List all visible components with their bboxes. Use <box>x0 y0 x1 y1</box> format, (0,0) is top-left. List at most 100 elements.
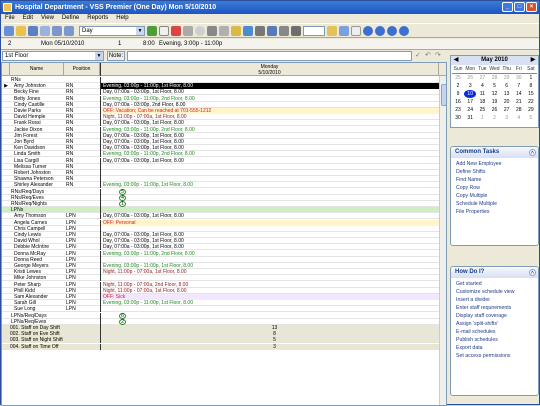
calendar-day[interactable]: 27 <box>501 106 513 114</box>
shift-cell[interactable]: 5 <box>100 337 446 344</box>
shift-cell[interactable]: Night, 11:00p - 07:00a, 1st Floor, 8.00 <box>100 287 446 294</box>
employee-row[interactable]: Davie Parks RN OFF: Vacation; Can be reach… <box>2 108 446 114</box>
shift-cell[interactable]: Evening, 03:00p - 11:00p, 2nd Floor, 8.0… <box>100 151 446 158</box>
calendar-day[interactable]: 3 <box>501 114 513 122</box>
calendar-day[interactable]: 25 <box>452 74 464 82</box>
shift-cell[interactable] <box>100 176 446 183</box>
calendar-day[interactable]: 14 <box>513 90 525 98</box>
calendar-day[interactable]: 2 <box>452 82 464 90</box>
marker-icon[interactable] <box>171 25 181 36</box>
shift-cell[interactable]: Day, 07:00a - 03:00p, 1st Floor, 8.00 <box>100 139 446 145</box>
calendar-day[interactable]: 5 <box>488 82 500 90</box>
minimize-button[interactable]: _ <box>502 2 513 12</box>
calendar-day[interactable]: 1 <box>476 114 488 122</box>
requirement-row[interactable]: LPNs/Req/Days 6 <box>2 312 446 319</box>
shift-cell[interactable]: Day, 07:00a - 03:00p, 1st Floor, 8.00 <box>100 145 446 152</box>
task-link[interactable]: Display staff coverage <box>456 312 538 320</box>
shift-cell[interactable]: Day, 07:00a - 03:00p, 1st Floor, 8.00 <box>100 244 446 251</box>
employee-row[interactable]: Donna McRay LPN Evening, 03:00p - 11:00p, … <box>2 250 446 257</box>
calendar-day[interactable]: 6 <box>501 82 513 90</box>
employee-row[interactable]: Frank Rossi RN Day, 07:00a - 03:00p, 1st F… <box>2 120 446 127</box>
employee-row[interactable]: George Meyers LPN Evening, 03:00p - 11:00p… <box>2 263 446 269</box>
calendar-icon[interactable] <box>291 25 301 36</box>
calendar-day[interactable]: 31 <box>464 114 476 122</box>
calendar-day[interactable]: 3 <box>464 82 476 90</box>
calendar-day[interactable]: 30 <box>513 74 525 82</box>
lock-icon[interactable] <box>255 25 265 36</box>
zoom-field[interactable] <box>303 25 325 36</box>
requirement-row[interactable]: RNs/Req/Days 5 <box>2 188 446 195</box>
shift-cell[interactable]: OFF: Personal <box>100 219 446 226</box>
requirement-row[interactable]: RNs/Req/Nights 1 <box>2 201 446 207</box>
task-link[interactable]: Copy Multiple <box>456 192 538 200</box>
header-name[interactable]: Name <box>10 63 64 76</box>
employee-row[interactable]: Sam Alexander LPN OFF: Sick <box>2 294 446 300</box>
calendar-day[interactable]: 24 <box>464 106 476 114</box>
employee-row[interactable]: Robert Johnston RN <box>2 170 446 176</box>
task-link[interactable]: Set access permissions <box>456 352 538 360</box>
forward-icon[interactable] <box>64 25 74 36</box>
calendar-day[interactable]: 21 <box>513 98 525 106</box>
calendar-day[interactable]: 8 <box>525 82 537 90</box>
summary-row[interactable]: 004. Staff on Time Off 3 <box>2 343 446 350</box>
shift-cell[interactable]: 2 <box>100 318 446 325</box>
summary-row[interactable]: 002. Staff on Eve Shift 8 <box>2 331 446 338</box>
calendar-day[interactable]: 19 <box>488 98 500 106</box>
calendar-day[interactable]: 1 <box>525 74 537 82</box>
calendar-day[interactable]: 28 <box>488 74 500 82</box>
grid-icon[interactable] <box>159 25 169 36</box>
calendar-day[interactable]: 28 <box>513 106 525 114</box>
first-icon[interactable] <box>363 25 373 36</box>
chart-icon[interactable] <box>267 25 277 36</box>
shift-cell[interactable]: Evening, 03:00p - 11:00p, 1st Floor, 8.0… <box>100 83 446 90</box>
menu-view[interactable]: View <box>41 14 54 23</box>
header-day[interactable]: Monday 5/10/2010 <box>100 63 439 76</box>
shift-cell[interactable]: Day, 07:00a - 03:00p, 1st Floor, 8.00 <box>100 157 446 164</box>
info-icon[interactable] <box>243 25 253 36</box>
employee-row[interactable]: Lisa Cargill RN Day, 07:00a - 03:00p, 1st … <box>2 157 446 164</box>
calendar-day[interactable]: 17 <box>464 98 476 106</box>
employee-row[interactable]: Linda Smith RN Evening, 03:00p - 11:00p, 2… <box>2 151 446 158</box>
chevron-up-icon[interactable]: ˄ <box>529 269 536 276</box>
next-icon[interactable] <box>387 25 397 36</box>
shift-cell[interactable] <box>100 207 446 214</box>
employee-row[interactable]: Angela Carnes LPN OFF: Personal <box>2 219 446 226</box>
prev-month-icon[interactable]: ◀ <box>452 56 460 65</box>
calendar-day[interactable]: 25 <box>476 106 488 114</box>
calendar-day[interactable]: 4 <box>476 82 488 90</box>
calendar-day[interactable]: 20 <box>501 98 513 106</box>
employee-row[interactable]: Debbie McIntire LPN Day, 07:00a - 03:00p, … <box>2 244 446 251</box>
calendar-day[interactable]: 2 <box>488 114 500 122</box>
back-icon[interactable] <box>52 25 62 36</box>
task-link[interactable]: Find Name <box>456 176 538 184</box>
calendar-day[interactable]: 16 <box>452 98 464 106</box>
shift-cell[interactable]: OFF: Sick <box>100 294 446 300</box>
shift-cell[interactable]: Night, 11:00p - 07:00a, 2nd Floor, 8.00 <box>100 281 446 288</box>
employee-row[interactable]: Melissa Turner RN <box>2 163 446 170</box>
redo-icon[interactable]: ↷ <box>435 51 443 60</box>
employee-row[interactable]: Ken Davidson RN Day, 07:00a - 03:00p, 1st … <box>2 145 446 152</box>
employee-row[interactable]: Phill Kidd LPN Night, 11:00p - 07:00a, 1st… <box>2 287 446 294</box>
link-icon[interactable] <box>183 25 193 36</box>
employee-row[interactable]: Cindy Castille RN Day, 07:00a - 03:00p, 2n… <box>2 101 446 108</box>
bell-icon[interactable] <box>231 25 241 36</box>
calendar-day[interactable]: 5 <box>525 114 537 122</box>
shift-cell[interactable]: Day, 07:00a - 03:00p, 1st Floor, 8.00 <box>100 89 446 96</box>
task-link[interactable]: Add New Employee <box>456 160 538 168</box>
zoom-icon[interactable] <box>195 25 205 36</box>
pencil-icon[interactable] <box>147 25 157 36</box>
shift-cell[interactable]: 3 <box>100 343 446 350</box>
shift-cell[interactable] <box>100 275 446 282</box>
employee-row[interactable]: Jim Forest RN Day, 07:00a - 03:00p, 1st Fl… <box>2 132 446 139</box>
requirement-row[interactable]: LPNs/Req/Eves 2 <box>2 318 446 325</box>
shift-cell[interactable] <box>100 163 446 170</box>
grid-scrollbar[interactable] <box>439 76 446 405</box>
menu-define[interactable]: Define <box>62 14 79 23</box>
task-link[interactable]: Assign 'split-shifts' <box>456 320 538 328</box>
shift-cell[interactable] <box>100 225 446 232</box>
task-link[interactable]: Schedule Multiple <box>456 200 538 208</box>
folder-icon[interactable] <box>327 25 337 36</box>
scroll-thumb[interactable] <box>441 84 446 106</box>
shift-cell[interactable]: Evening, 03:00p - 11:00p, 1st Floor, 8.0… <box>100 182 446 189</box>
shift-cell[interactable]: Night, 11:00p - 07:00a, 1st Floor, 8.00 <box>100 269 446 276</box>
